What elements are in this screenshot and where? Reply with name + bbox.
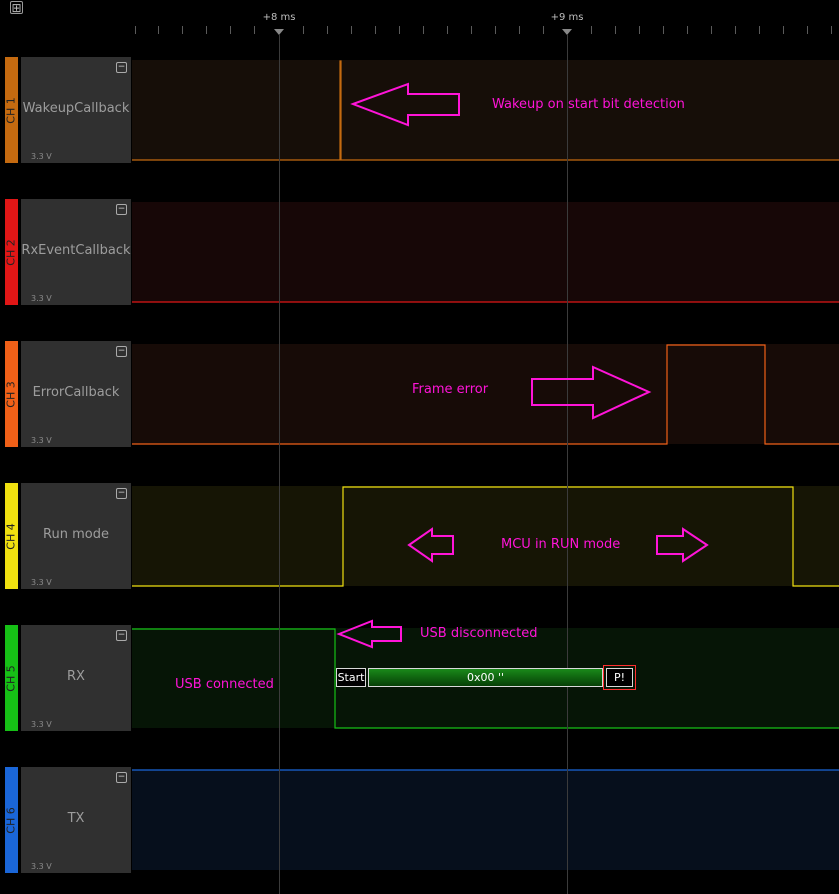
- decoder-start-bit[interactable]: Start: [336, 668, 366, 687]
- annotation-usb-disconnected: USB disconnected: [420, 626, 538, 641]
- decoder-data-byte[interactable]: 0x00 '': [368, 668, 603, 687]
- arrow-left-icon: [350, 82, 460, 127]
- decoder-parity-error[interactable]: P!: [606, 668, 633, 687]
- annotation-wakeup: Wakeup on start bit detection: [492, 97, 685, 112]
- arrow-left-icon: [336, 619, 402, 649]
- arrow-left-icon: [407, 527, 454, 563]
- annotation-usb-connected: USB connected: [175, 677, 274, 692]
- arrow-right-icon: [656, 527, 709, 563]
- annotation-arrows: [336, 82, 709, 649]
- annotation-frame-error: Frame error: [412, 382, 489, 397]
- arrow-right-icon: [531, 365, 652, 420]
- annotation-run-mode: MCU in RUN mode: [501, 537, 621, 552]
